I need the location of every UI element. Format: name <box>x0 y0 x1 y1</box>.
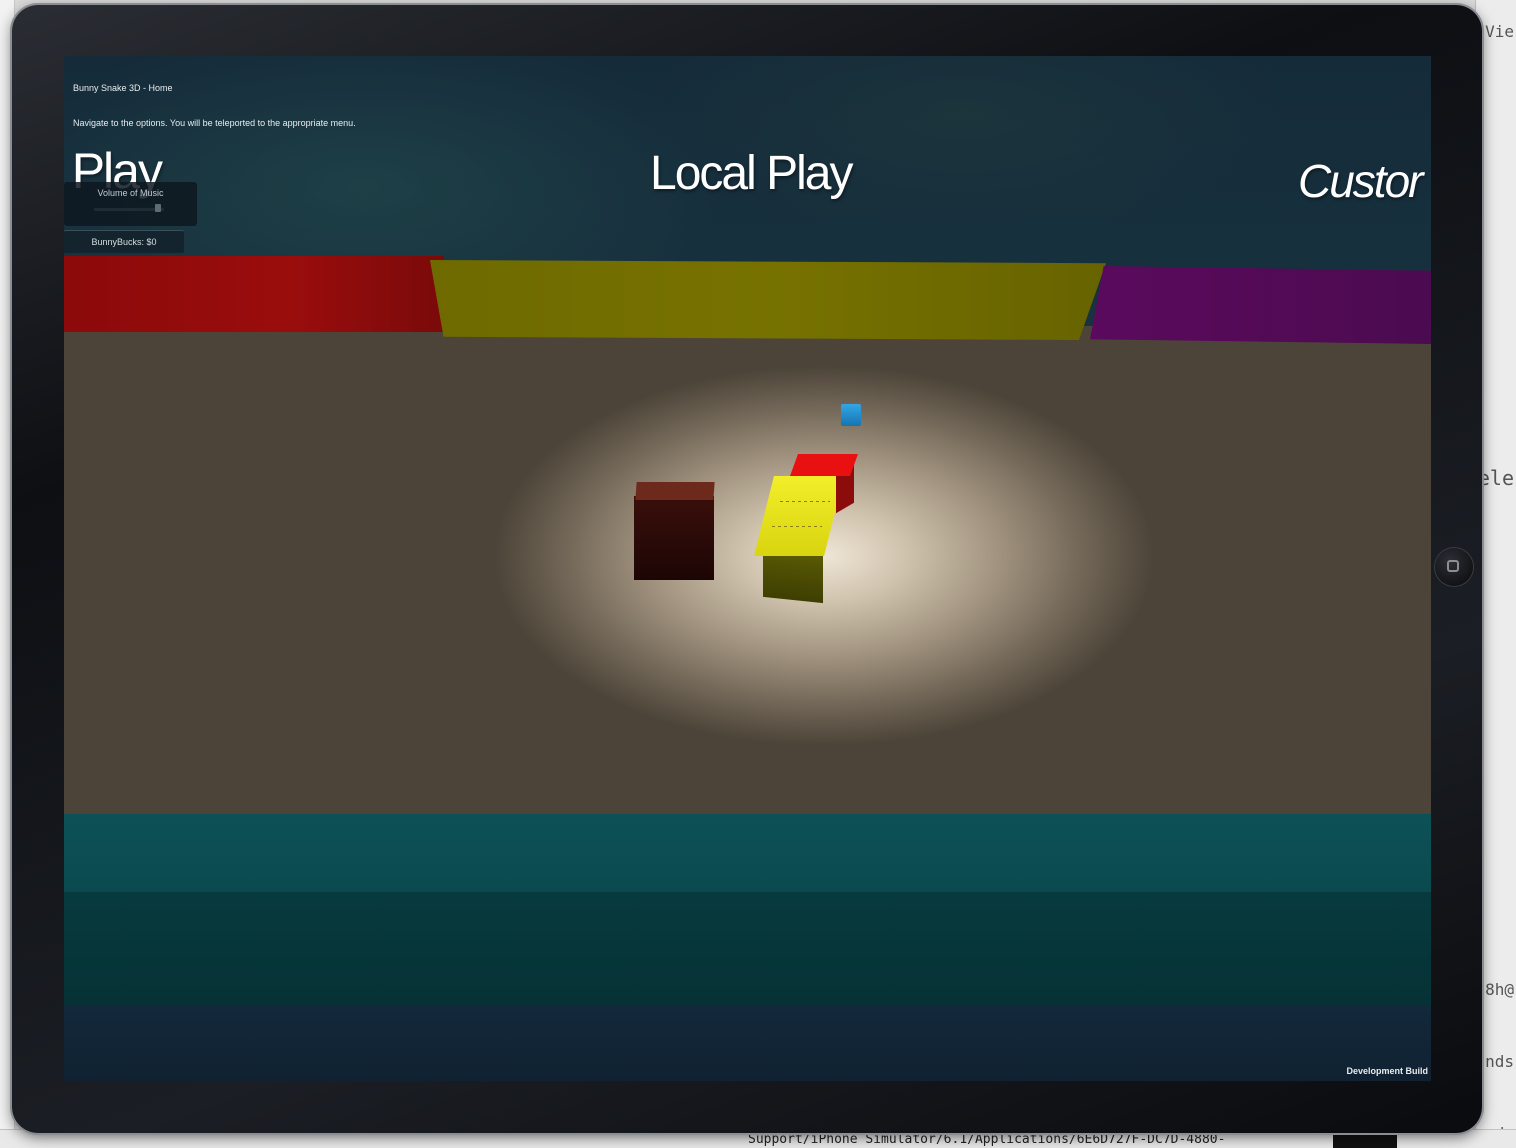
wall-teal-top <box>64 814 1431 894</box>
development-build-label: Development Build <box>1346 1066 1428 1076</box>
volume-slider[interactable] <box>94 208 164 211</box>
obstacle-block-front <box>634 496 714 580</box>
home-button[interactable] <box>1435 548 1473 586</box>
background-black-box <box>1333 1134 1397 1148</box>
background-fragment-text: Vie <box>1485 22 1514 41</box>
wall-yellow <box>430 260 1106 340</box>
background-path-text: Support/iPhone Simulator/6.1/Application… <box>748 1132 1226 1147</box>
volume-slider-thumb[interactable] <box>154 204 161 212</box>
background-fragment-text: nds <box>1485 1052 1514 1071</box>
menu-option-local-play[interactable]: Local Play <box>650 146 853 201</box>
menu-option-custom[interactable]: Custor <box>1298 154 1423 208</box>
bottom-band <box>64 1006 1431 1081</box>
hud-title: Bunny Snake 3D - Home <box>73 83 173 93</box>
game-screen[interactable]: Bunny Snake 3D - Home Navigate to the op… <box>64 56 1431 1081</box>
wall-teal-front <box>64 892 1431 1006</box>
wall-purple <box>1090 266 1431 344</box>
snake-segment-seam <box>772 526 822 527</box>
background-fragment-text: 8h@ <box>1485 980 1514 999</box>
snake-segment-seam <box>780 501 830 502</box>
volume-label: Volume of Music <box>97 188 164 198</box>
hud-instructions: Navigate to the options. You will be tel… <box>73 118 356 128</box>
wall-red <box>64 256 444 332</box>
arena-floor <box>64 326 1431 826</box>
bunnybucks-label: BunnyBucks: $0 <box>91 237 157 247</box>
obstacle-block-top <box>635 482 715 500</box>
snake-head <box>789 454 859 476</box>
volume-panel: Volume of Music <box>64 182 197 226</box>
food-cube <box>841 404 861 426</box>
background-fragment-text: ele <box>1477 466 1514 490</box>
bunnybucks-display: BunnyBucks: $0 <box>64 230 184 253</box>
snake-tail-segment <box>763 548 823 604</box>
home-square-icon <box>1447 560 1459 572</box>
